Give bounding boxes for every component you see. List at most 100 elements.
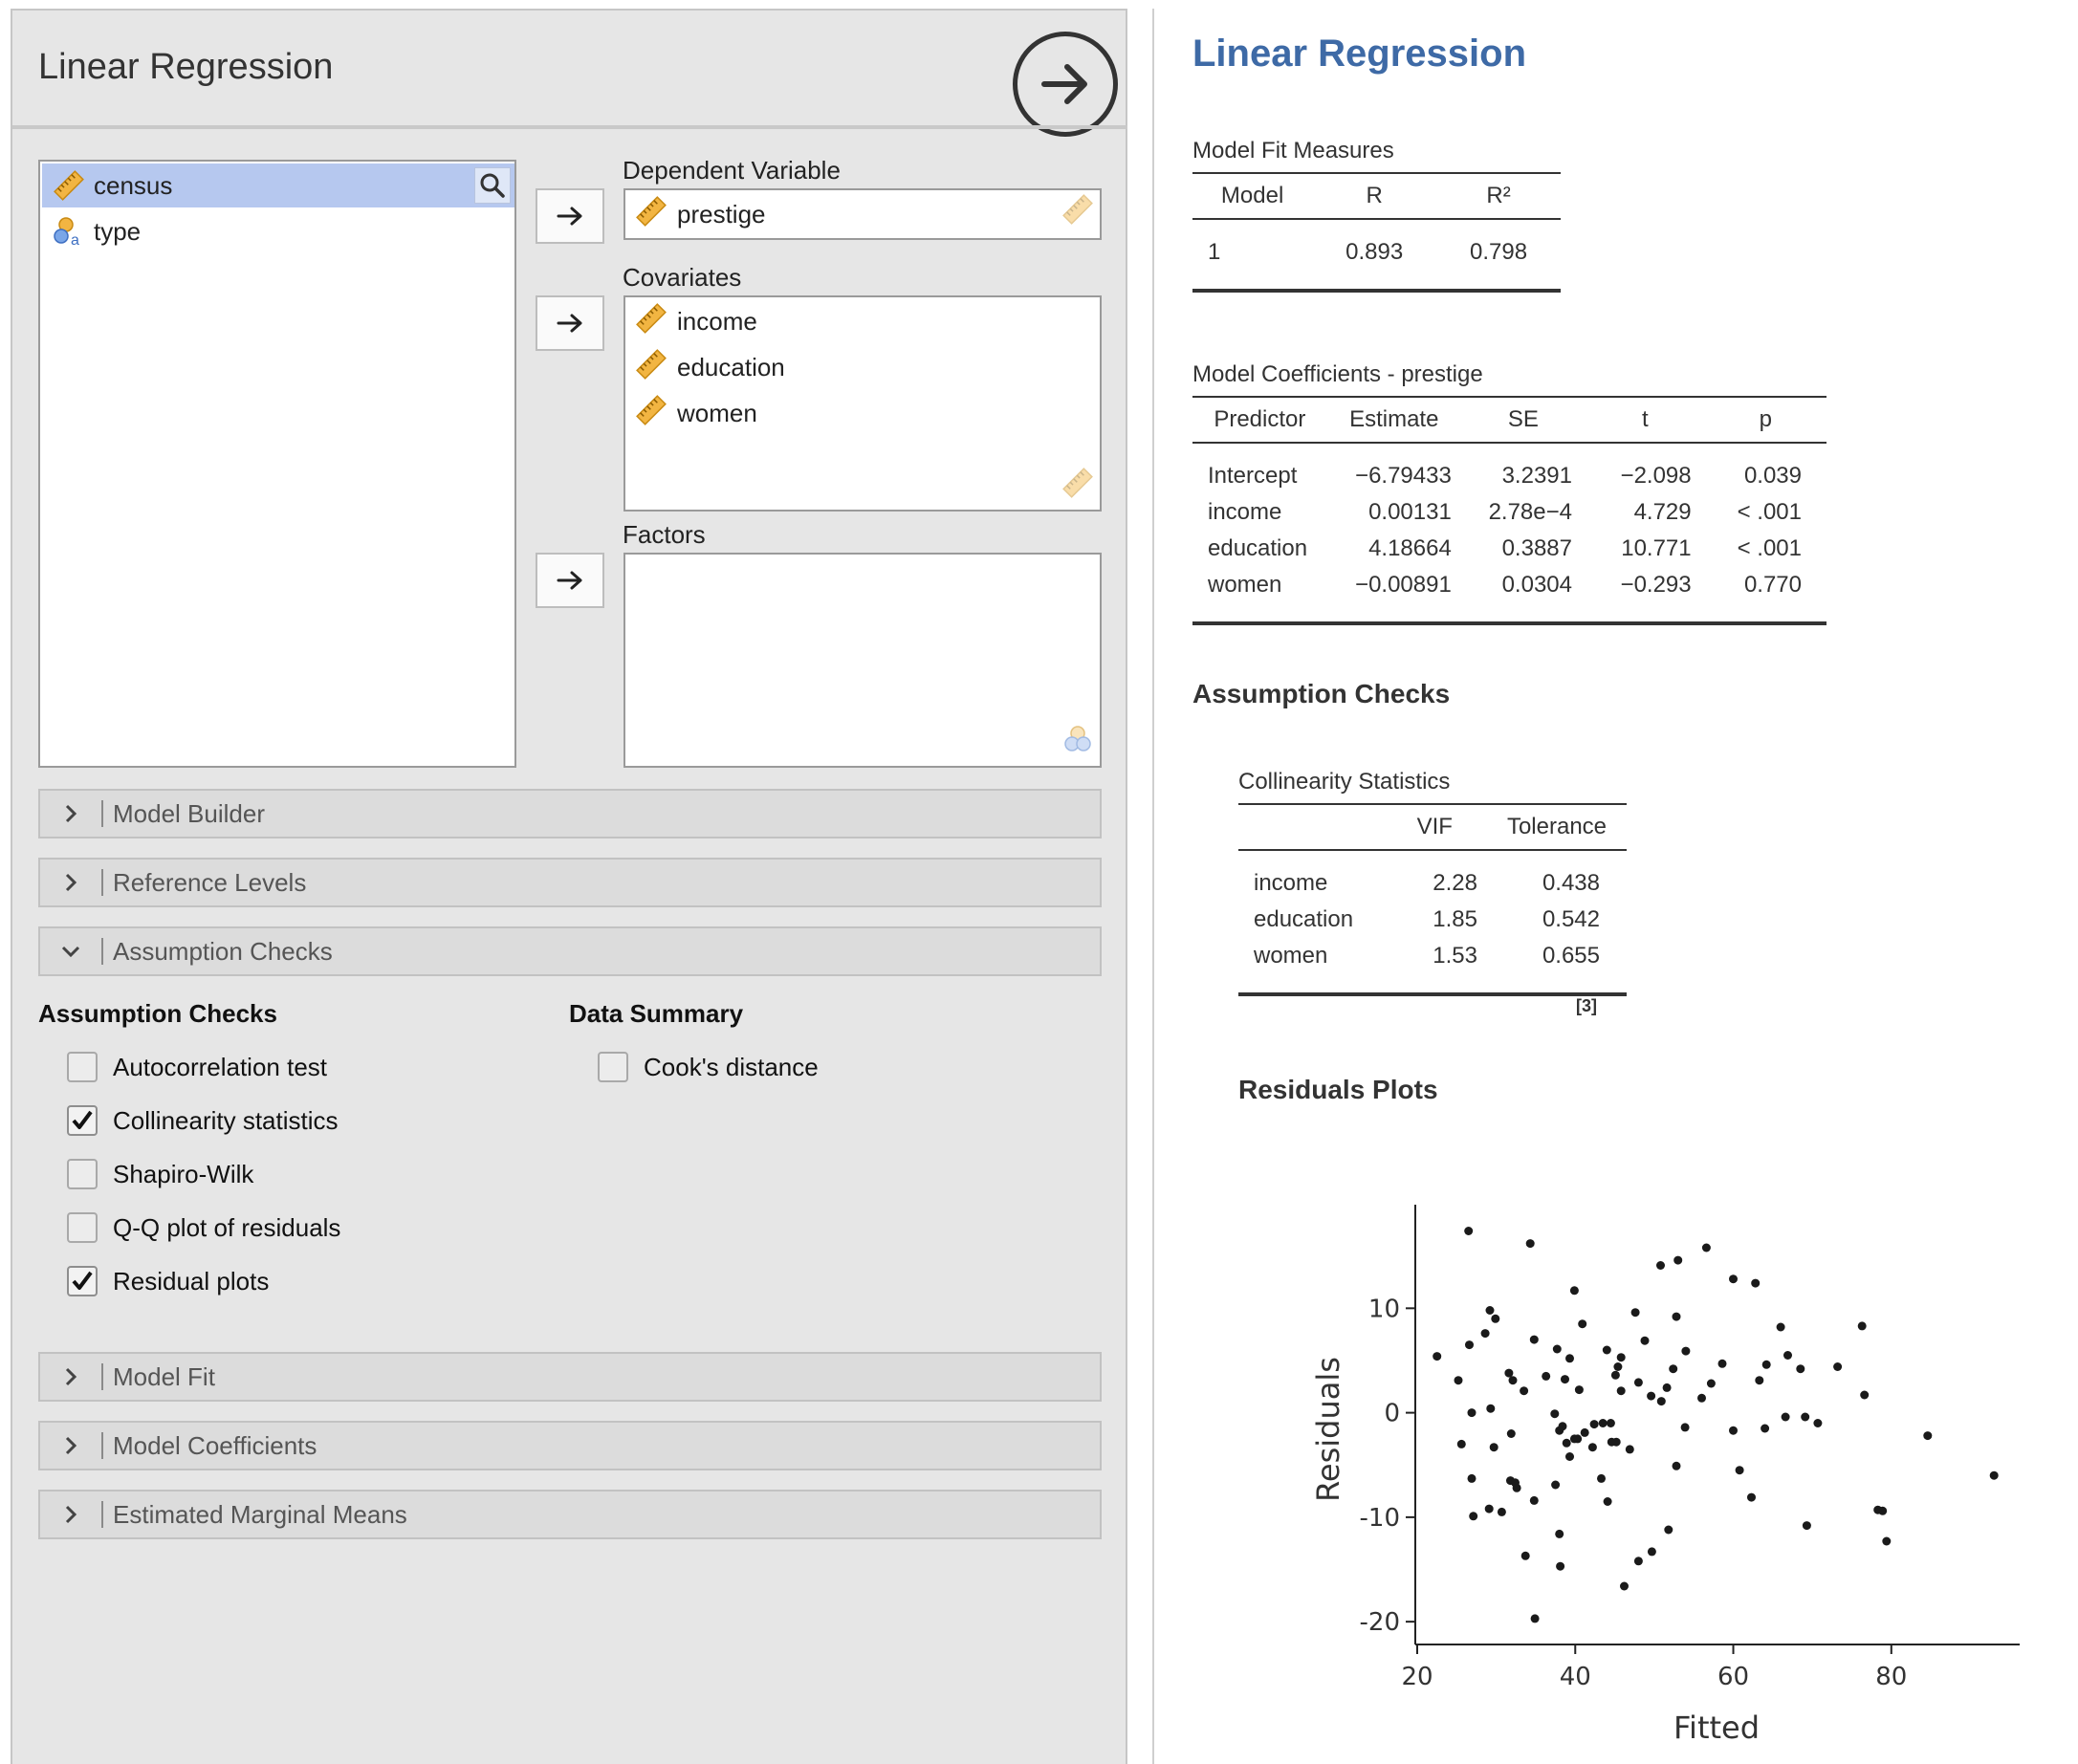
data-point [1717,1359,1727,1368]
section-assumption-checks[interactable]: Assumption Checks [38,926,1102,976]
checkbox[interactable] [67,1266,98,1296]
table-cell: 1 [1192,219,1313,293]
dependent-variable-box[interactable]: prestige [623,188,1102,240]
section-model-fit[interactable]: Model Fit [38,1352,1102,1402]
table-cell: women [1238,938,1383,996]
data-point [1598,1419,1608,1427]
checkbox[interactable] [67,1052,98,1082]
column-header: t [1585,396,1705,444]
covariates-box[interactable]: income education women [623,295,1102,512]
data-point [1529,1335,1539,1344]
variable-item-type[interactable]: a type [42,209,514,253]
table-cell: 2.28 [1433,870,1477,896]
checkbox[interactable] [67,1159,98,1189]
data-point [1611,1437,1621,1447]
data-point [1747,1492,1756,1502]
checkbox-label: Q-Q plot of residuals [113,1212,341,1242]
checkbox-shapiro-wilk[interactable]: Shapiro-Wilk [67,1159,253,1189]
checkbox-cooks-distance[interactable]: Cook's distance [598,1052,819,1082]
factors-box[interactable] [623,553,1102,768]
data-point [1878,1506,1888,1515]
move-to-dependent-button[interactable] [536,188,604,244]
results-title: Linear Regression [1192,33,1527,75]
data-point [1706,1379,1716,1388]
section-separator [101,1501,103,1528]
data-point [1573,1434,1583,1444]
run-button[interactable] [1013,32,1118,137]
data-point [1860,1390,1870,1400]
column-header: p [1704,396,1826,444]
data-point [1480,1329,1490,1339]
data-point [1755,1376,1764,1385]
column-header: Tolerance [1486,803,1627,851]
checkmark-icon [72,1271,93,1290]
data-point [1556,1561,1565,1571]
x-tick-label: 60 [1717,1663,1749,1691]
section-label: Assumption Checks [113,936,333,966]
move-to-factors-button[interactable] [536,553,604,608]
checkbox-qq-plot[interactable]: Q-Q plot of residuals [67,1212,340,1243]
residual-plot: -20 -10 0 10 20 40 60 80 Fitted Residuals [1310,1205,2020,1740]
table-cell: education [1208,535,1308,561]
variable-list[interactable]: census a type [38,160,516,768]
checkbox-residual-plots[interactable]: Residual plots [67,1266,269,1296]
data-point [1761,1360,1771,1369]
data-point [1589,1420,1599,1429]
covariates-label: Covariates [623,263,742,292]
data-point [1606,1419,1615,1427]
data-point [1633,1557,1643,1566]
table-cell: 0.542 [1542,906,1600,932]
data-point [1802,1521,1811,1531]
coefficients-title: Model Coefficients - prestige [1192,361,1483,387]
section-label: Estimated Marginal Means [113,1499,407,1529]
data-point [1625,1445,1634,1454]
section-separator [101,1432,103,1459]
section-model-builder[interactable]: Model Builder [38,789,1102,838]
checkbox-autocorrelation[interactable]: Autocorrelation test [67,1052,327,1082]
section-separator [101,869,103,896]
data-point [1491,1314,1500,1323]
data-point [1552,1344,1562,1354]
table-cell: 0.0304 [1460,567,1586,625]
data-point [1565,1452,1574,1461]
table-cell: −2.098 [1620,463,1692,489]
table-cell: 1.53 [1382,938,1487,996]
checkbox[interactable] [67,1212,98,1243]
panel-title: Linear Regression [38,47,334,87]
section-model-coefficients[interactable]: Model Coefficients [38,1421,1102,1470]
search-icon[interactable] [474,167,511,204]
move-to-covariates-button[interactable] [536,295,604,351]
data-point [1857,1321,1867,1331]
column-header: Estimate [1326,396,1461,444]
column-header: SE [1460,396,1586,444]
data-point [1613,1362,1623,1371]
data-point [1673,1255,1683,1265]
column-header: Model [1192,172,1313,220]
data-point [1504,1368,1514,1378]
table-cell: −0.293 [1585,567,1705,625]
checkbox[interactable] [67,1105,98,1136]
section-estimated-marginal-means[interactable]: Estimated Marginal Means [38,1490,1102,1539]
residuals-plots-heading: Residuals Plots [1238,1075,1438,1104]
checkbox[interactable] [598,1052,628,1082]
data-point [1656,1261,1665,1270]
data-point [1467,1473,1476,1483]
data-point [1525,1239,1535,1249]
model-fit-table: Model R R² 1 0.893 0.798 [1192,172,1561,293]
section-reference-levels[interactable]: Reference Levels [38,858,1102,907]
checkbox-collinearity[interactable]: Collinearity statistics [67,1105,339,1136]
data-point [1578,1319,1587,1329]
table-cell: 4.729 [1633,499,1692,525]
chevron-right-icon [40,872,101,893]
covariate-item-income[interactable]: income [635,299,757,343]
covariate-item-education[interactable]: education [635,345,785,389]
column-header [1238,803,1383,851]
covariate-item-women[interactable]: women [635,391,757,435]
dependent-item[interactable]: prestige [635,192,766,236]
variable-item-census[interactable]: census [42,163,514,207]
table-row: income 2.28 0.438 [1238,850,1627,902]
table-row: women −0.00891 0.0304 −0.293 0.770 [1192,567,1826,625]
scale-icon [635,302,667,341]
data-point [1783,1351,1792,1360]
data-point [1776,1322,1785,1332]
